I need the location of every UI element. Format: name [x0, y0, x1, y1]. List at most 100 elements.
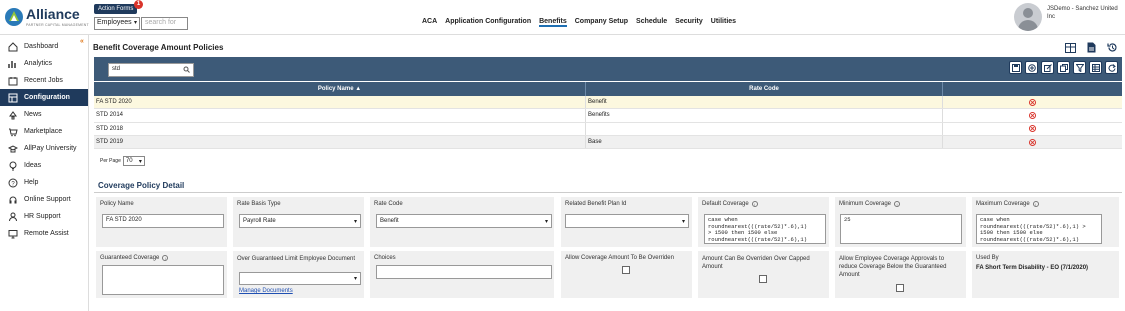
- nav-aca[interactable]: ACA: [422, 18, 437, 27]
- choices-input[interactable]: [376, 265, 552, 279]
- minimum-coverage-label: Minimum Coverage: [839, 201, 892, 207]
- search-icon[interactable]: [183, 66, 190, 75]
- sidebar-item-remote-assist[interactable]: Remote Assist: [0, 225, 88, 242]
- per-page-select[interactable]: 70 ▾: [122, 156, 145, 166]
- delete-icon[interactable]: [943, 123, 1122, 135]
- cell-policy-name: STD 2019: [94, 135, 586, 149]
- delete-icon[interactable]: [943, 109, 1122, 121]
- info-icon[interactable]: i: [751, 201, 758, 207]
- field-policy-name: Policy Name FA STD 2020: [96, 197, 227, 247]
- override-capped-checkbox[interactable]: [759, 275, 767, 283]
- sidebar-item-label: Ideas: [24, 162, 42, 169]
- filter-icon[interactable]: [1073, 61, 1086, 74]
- rate-basis-type-select[interactable]: Payroll Rate ▾: [239, 214, 361, 228]
- maximum-coverage-textarea[interactable]: case when roundnearest(((rate/52)*.6),1)…: [976, 214, 1102, 244]
- alliance-logo[interactable]: Alliance PARTNER CAPITAL MANAGEMENT: [4, 4, 90, 32]
- table-view-icon[interactable]: [1064, 41, 1077, 54]
- sidebar-item-help[interactable]: ? Help: [0, 174, 88, 191]
- university-icon: [7, 143, 18, 154]
- sidebar-item-hr-support[interactable]: HR Support: [0, 208, 88, 225]
- cell-policy-name: STD 2014: [94, 109, 586, 122]
- chevron-down-icon: ▾: [353, 218, 357, 225]
- field-rate-basis-type: Rate Basis Type Payroll Rate ▾: [233, 197, 364, 247]
- field-related-benefit-plan: Related Benefit Plan Id ▾: [561, 197, 692, 247]
- cell-policy-name: FA STD 2020: [94, 96, 586, 109]
- action-forms-button[interactable]: Action Forms: [94, 4, 138, 14]
- table-row[interactable]: STD 2018: [94, 122, 1122, 136]
- related-benefit-plan-select[interactable]: ▾: [565, 214, 689, 228]
- field-allow-approvals: Allow Employee Coverage Approvals to red…: [835, 251, 966, 298]
- nav-application-configuration[interactable]: Application Configuration: [445, 18, 531, 27]
- sidebar-item-allpay-university[interactable]: AllPay University: [0, 140, 88, 157]
- column-header-policy-name[interactable]: Policy Name ▲: [94, 82, 586, 96]
- rate-basis-type-label: Rate Basis Type: [237, 201, 281, 207]
- sidebar-item-label: Dashboard: [24, 43, 59, 50]
- minimum-coverage-textarea[interactable]: 25: [840, 214, 962, 244]
- grid-search-input[interactable]: std: [108, 63, 194, 77]
- lightbulb-icon: [7, 160, 18, 171]
- top-navigation: ACA Application Configuration Benefits C…: [422, 18, 736, 27]
- cell-policy-name: STD 2018: [94, 122, 586, 135]
- default-coverage-textarea[interactable]: case when roundnearest(((rate/52)*.6),1)…: [704, 214, 826, 244]
- sidebar-item-label: Remote Assist: [24, 230, 69, 237]
- sidebar-item-analytics[interactable]: Analytics: [0, 55, 88, 72]
- nav-security[interactable]: Security: [675, 18, 703, 27]
- column-header-rate-code[interactable]: Rate Code: [586, 82, 943, 96]
- sidebar-item-configuration[interactable]: Configuration: [0, 89, 88, 106]
- allow-approvals-checkbox[interactable]: [896, 284, 904, 292]
- chevron-down-icon: ▾: [138, 158, 142, 165]
- sidebar-item-news[interactable]: News: [0, 106, 88, 123]
- policy-name-input[interactable]: FA STD 2020: [102, 214, 224, 228]
- sidebar-item-recent-jobs[interactable]: Recent Jobs: [0, 72, 88, 89]
- grid-search-value: std: [112, 66, 121, 72]
- related-benefit-plan-label: Related Benefit Plan Id: [565, 201, 627, 207]
- columns-icon[interactable]: [1089, 61, 1102, 74]
- info-icon[interactable]: i: [162, 255, 169, 261]
- sidebar-item-dashboard[interactable]: Dashboard: [0, 38, 88, 55]
- sidebar-item-marketplace[interactable]: Marketplace: [0, 123, 88, 140]
- per-page-value: 70: [125, 158, 133, 164]
- avatar[interactable]: [1014, 3, 1042, 31]
- rate-code-select[interactable]: Benefit ▾: [376, 214, 552, 228]
- choices-label: Choices: [374, 255, 396, 261]
- info-icon[interactable]: i: [894, 201, 901, 207]
- search-input[interactable]: search for: [141, 17, 188, 30]
- manage-documents-link[interactable]: Manage Documents: [239, 288, 293, 294]
- save-icon[interactable]: [1009, 61, 1022, 74]
- nav-utilities[interactable]: Utilities: [711, 18, 736, 27]
- sidebar-item-ideas[interactable]: Ideas: [0, 157, 88, 174]
- chevron-down-icon: ▾: [353, 276, 357, 282]
- allow-override-checkbox[interactable]: [622, 266, 630, 274]
- field-default-coverage: Default Coverage i case when roundnearest…: [698, 197, 829, 247]
- entity-select[interactable]: Employees ▾: [94, 17, 140, 30]
- delete-icon[interactable]: [943, 136, 1122, 148]
- info-icon[interactable]: i: [1032, 201, 1039, 207]
- default-coverage-label: Default Coverage: [702, 201, 749, 207]
- document-icon[interactable]: [1085, 41, 1098, 54]
- guaranteed-coverage-textarea[interactable]: [102, 265, 224, 295]
- field-over-guaranteed-document: Over Guaranteed Limit Employee Document …: [233, 251, 364, 298]
- sidebar-item-online-support[interactable]: Online Support: [0, 191, 88, 208]
- help-icon: ?: [7, 177, 18, 188]
- history-icon[interactable]: [1106, 41, 1119, 54]
- table-row[interactable]: STD 2014 Benefits: [94, 109, 1122, 123]
- field-used-by: Used By FA Short Term Disability - EO (7…: [972, 251, 1119, 298]
- table-row[interactable]: STD 2019 Base: [94, 135, 1122, 150]
- nav-company-setup[interactable]: Company Setup: [575, 18, 628, 27]
- field-rate-code: Rate Code Benefit ▾: [370, 197, 554, 247]
- nav-schedule[interactable]: Schedule: [636, 18, 667, 27]
- copy-icon[interactable]: [1057, 61, 1070, 74]
- nav-benefits[interactable]: Benefits: [539, 18, 567, 27]
- add-icon[interactable]: [1025, 61, 1038, 74]
- delete-icon[interactable]: [943, 96, 1122, 108]
- edit-icon[interactable]: [1041, 61, 1054, 74]
- sidebar-item-label: HR Support: [24, 213, 61, 220]
- remote-assist-icon: [7, 228, 18, 239]
- over-guaranteed-document-select[interactable]: ▾: [239, 272, 361, 285]
- grid-header: Policy Name ▲ Rate Code: [94, 82, 1122, 96]
- refresh-icon[interactable]: [1105, 61, 1118, 74]
- news-icon: [7, 109, 18, 120]
- table-row[interactable]: FA STD 2020 Benefit: [94, 96, 1122, 110]
- dashboard-icon: [7, 41, 18, 52]
- section-divider: [94, 192, 1122, 193]
